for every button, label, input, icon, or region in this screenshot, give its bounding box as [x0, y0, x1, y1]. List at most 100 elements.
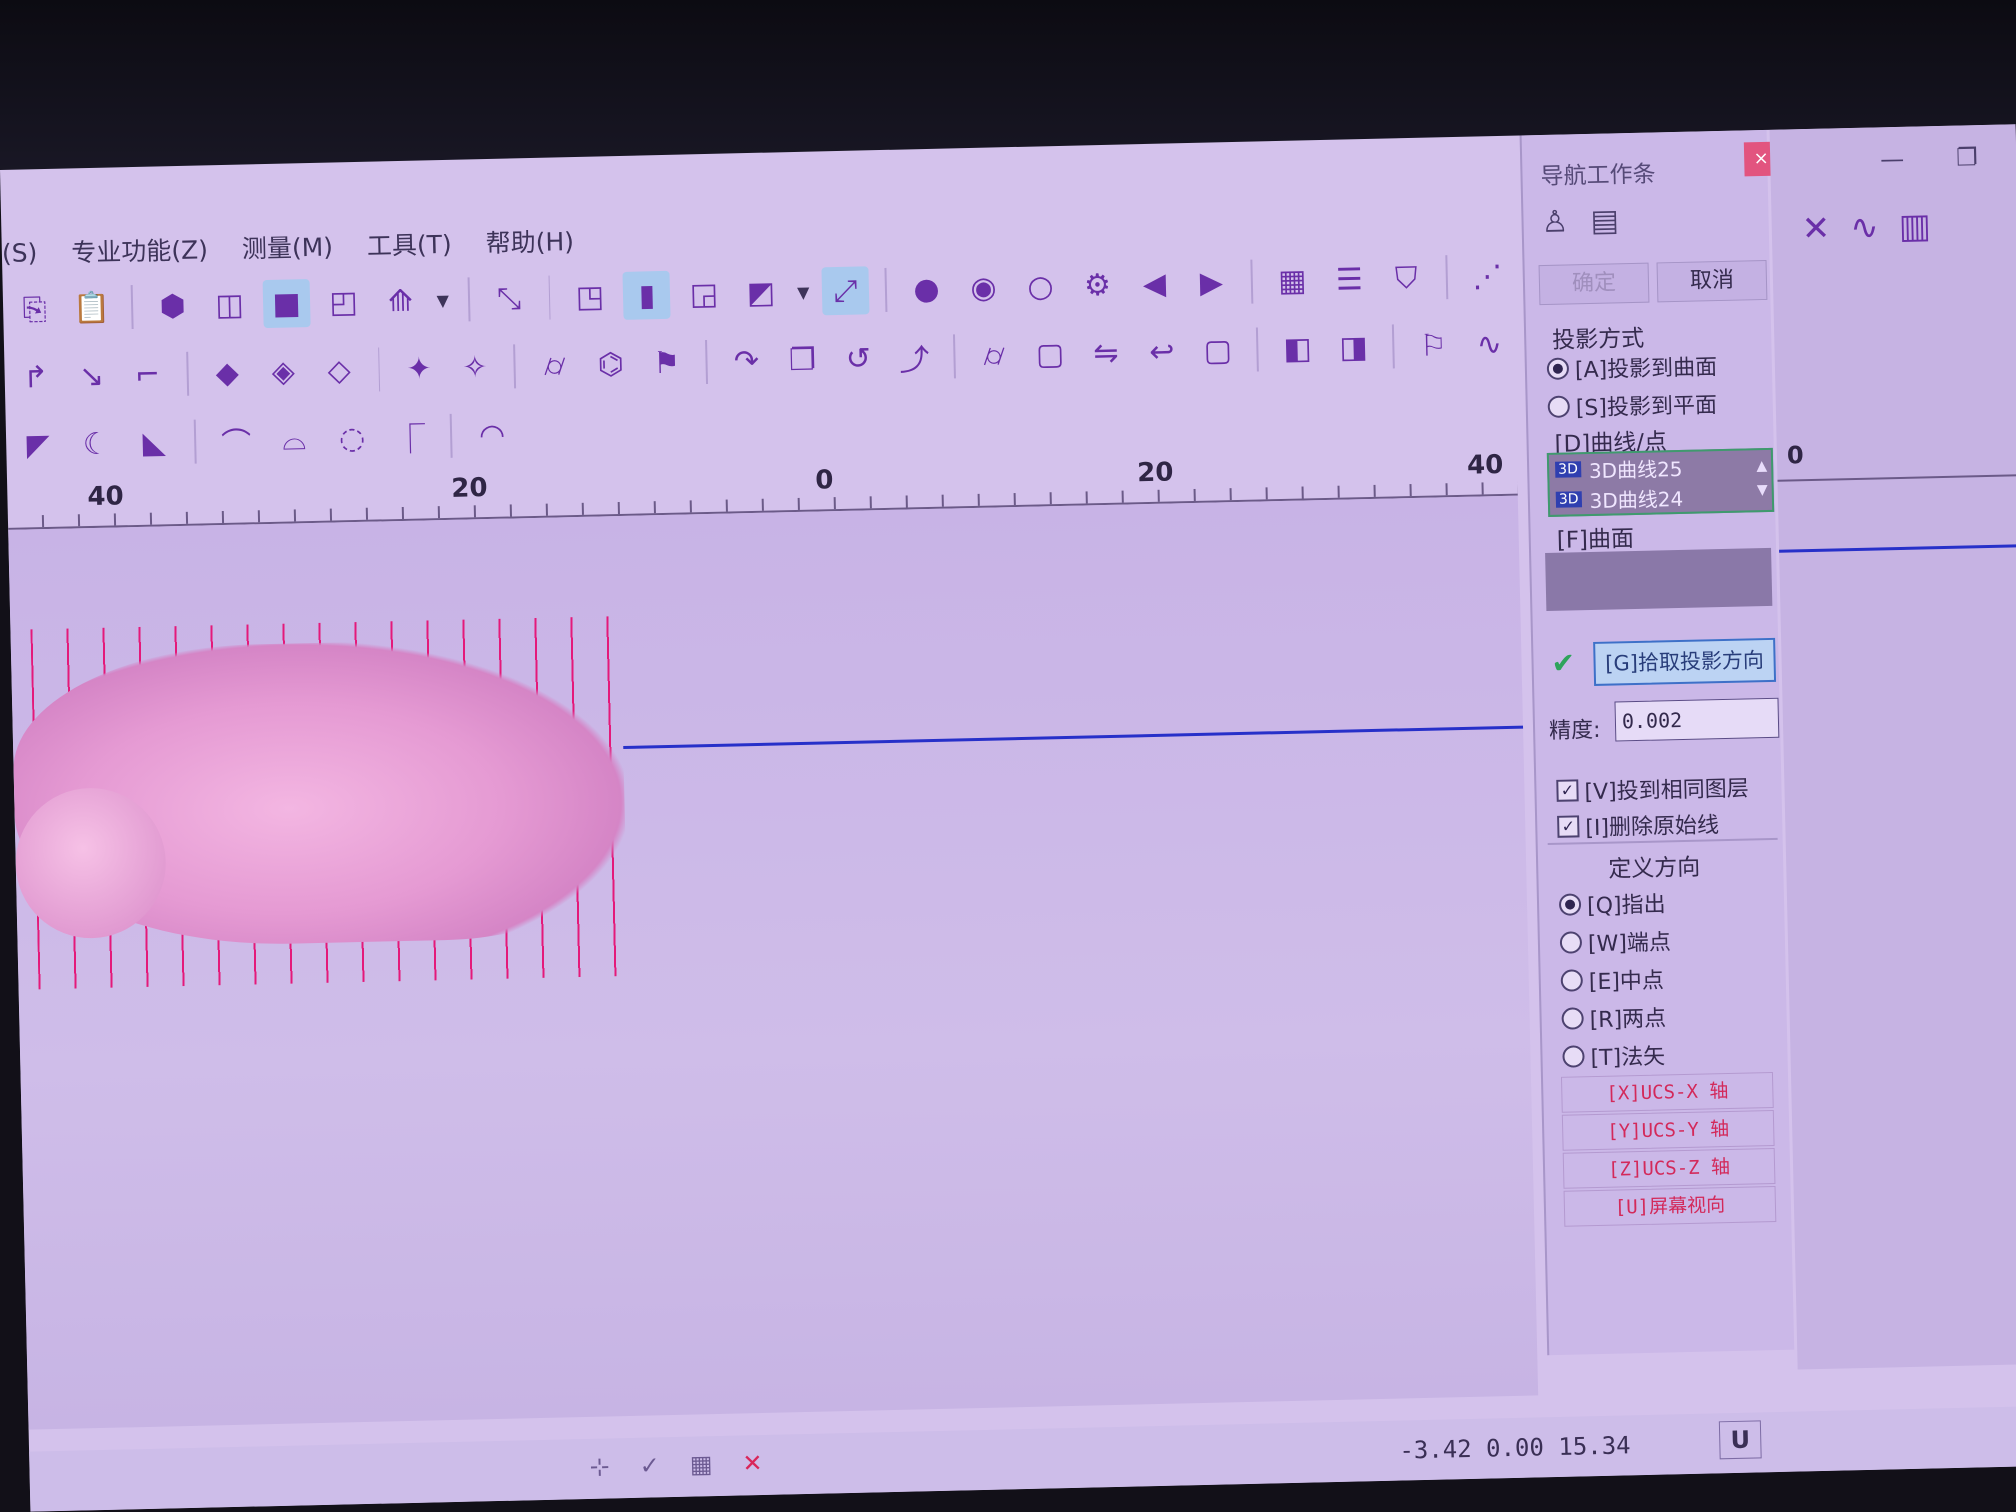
plane-axis-icon[interactable]: ⟰ [376, 276, 424, 325]
menu-pro-functions[interactable]: 专业功能(Z) [71, 230, 208, 269]
checkbox-checked-icon[interactable]: ✓ [1556, 779, 1579, 802]
ucs-y-axis-button[interactable]: [Y]UCS-Y 轴 [1561, 1109, 1775, 1151]
lines-icon[interactable]: ☰ [1325, 255, 1373, 304]
3d-viewport[interactable] [8, 495, 1539, 1430]
ucs-axis-icon[interactable]: ⤡ [485, 274, 533, 323]
blank-tool-icon[interactable]: ▢ [1194, 326, 1241, 375]
undo-arrow-icon[interactable]: ◀ [1130, 259, 1178, 308]
sheet-icon[interactable]: ◧ [1274, 324, 1321, 373]
check-toggle-icon[interactable]: ✓ [639, 1451, 660, 1479]
arc-blend-icon[interactable]: ⌒ [212, 416, 261, 465]
view-front-icon[interactable]: ◲ [680, 270, 728, 319]
user-tab-icon[interactable]: ♙ [1541, 204, 1569, 240]
copy-icon[interactable]: ⎘ [11, 285, 59, 334]
cylinder-icon[interactable]: ⌭ [531, 341, 578, 390]
view-box-icon[interactable]: ◳ [566, 272, 614, 321]
menu-tools[interactable]: 工具(T) [366, 225, 452, 263]
checkbox-checked-icon[interactable]: ✓ [1557, 815, 1580, 838]
screen-view-direction-button[interactable]: [U]屏幕视向 [1563, 1185, 1777, 1227]
surface-select-box[interactable] [1545, 547, 1773, 612]
radio-unchecked-icon[interactable] [1560, 969, 1584, 992]
radio-checked-icon[interactable] [1558, 893, 1582, 916]
direction-option-point[interactable]: [Q]指出 [1558, 886, 1666, 920]
layers-icon[interactable]: ▦ [1268, 256, 1316, 305]
paste-icon[interactable]: 📋 [68, 283, 116, 332]
direction-option-midpoint[interactable]: [E]中点 [1560, 962, 1664, 996]
minimize-icon[interactable]: — [1880, 145, 1905, 174]
curve-arrow-icon[interactable]: ↱ [12, 353, 59, 402]
light-yellow-icon[interactable]: ◉ [959, 263, 1007, 312]
list-scroll-icon[interactable]: ▲ ▼ [1756, 454, 1768, 502]
menu-help[interactable]: 帮助(H) [485, 222, 574, 260]
cancel-button[interactable]: 取消 [1656, 259, 1768, 303]
surface-mesh-icon[interactable]: ◈ [260, 347, 307, 396]
surface-extend-icon[interactable]: ✦ [396, 344, 443, 393]
cylinder-cut-icon[interactable]: ⌬ [587, 340, 634, 389]
blank-tool-icon[interactable]: ▢ [1027, 330, 1074, 379]
radio-unchecked-icon[interactable] [1562, 1045, 1585, 1068]
dropdown-arrow-icon[interactable]: ▼ [434, 290, 452, 309]
snap-icon[interactable]: ⋰ [1463, 252, 1511, 301]
sweep-bend-icon[interactable]: ↺ [835, 334, 882, 383]
edge-select-icon[interactable]: ◤ [14, 421, 63, 470]
solid-cube-icon[interactable]: ⬢ [149, 282, 197, 331]
precision-input[interactable]: 0.002 [1614, 697, 1780, 742]
pipe-bend-icon[interactable]: ⎾ [386, 412, 435, 461]
lamp-icon[interactable]: ⛉ [1382, 254, 1430, 303]
hidden-line-cube-icon[interactable]: ◰ [320, 278, 368, 327]
light-green-icon[interactable]: ● [902, 264, 950, 313]
confirm-button[interactable]: 确定 [1538, 262, 1650, 306]
u-button[interactable]: U [1718, 1420, 1762, 1460]
same-layer-option[interactable]: ✓ [V]投到相同图层 [1556, 770, 1749, 806]
restore-icon[interactable]: ❐ [1956, 143, 1978, 171]
light-settings-icon[interactable]: ⚙ [1073, 261, 1121, 310]
flag-surface-icon[interactable]: ⚑ [643, 338, 690, 387]
revolve-icon[interactable]: ⤴ [891, 333, 938, 382]
drum-icon[interactable]: ⌭ [971, 331, 1018, 380]
surface-ruled-icon[interactable]: ◇ [316, 346, 363, 395]
menu-measure[interactable]: 测量(M) [241, 227, 334, 265]
ucs-x-axis-button[interactable]: [X]UCS-X 轴 [1560, 1072, 1774, 1113]
pick-direction-button[interactable]: [G]拾取投影方向 [1593, 637, 1777, 686]
fold-corner-icon[interactable]: ◣ [130, 418, 179, 467]
document-tab-icon[interactable]: ▤ [1590, 203, 1619, 239]
snap-toggle-icon[interactable]: ⊹ [589, 1453, 610, 1481]
circle-cut-icon[interactable]: ◌ [328, 414, 377, 463]
spiral-icon[interactable]: ◠ [468, 410, 517, 459]
extrude-box-icon[interactable]: ❐ [779, 335, 826, 384]
sheet-fold-icon[interactable]: ◨ [1330, 323, 1377, 372]
ucs-z-axis-button[interactable]: [Z]UCS-Z 轴 [1562, 1147, 1776, 1189]
cancel-x-icon[interactable]: ✕ [742, 1449, 763, 1477]
sweep-icon[interactable]: ↷ [723, 337, 770, 386]
light-off-icon[interactable]: ○ [1016, 262, 1064, 311]
radio-unchecked-icon[interactable] [1559, 931, 1583, 954]
arc-offset-icon[interactable]: ⌓ [270, 415, 319, 464]
grid-toggle-icon[interactable]: ▦ [689, 1450, 712, 1479]
dropdown-arrow-icon[interactable]: ▼ [794, 282, 812, 301]
redo-arrow-icon[interactable]: ▶ [1187, 258, 1235, 307]
list-item[interactable]: 3D 3D曲线24 [1550, 480, 1773, 515]
radio-unchecked-icon[interactable] [1561, 1007, 1584, 1030]
world-axis-icon[interactable]: ⤢ [821, 266, 870, 316]
radio-checked-icon[interactable] [1546, 357, 1570, 380]
sheet-flag-icon[interactable]: ⚐ [1410, 321, 1457, 370]
projection-surface-option[interactable]: [A]投影到曲面 [1546, 349, 1718, 385]
page-curve-icon[interactable]: ▥ [1898, 206, 1931, 247]
mirror-surface-icon[interactable]: ⇋ [1082, 328, 1129, 377]
menu-s[interactable]: (S) [2, 238, 38, 268]
view-iso-icon[interactable]: ◩ [737, 268, 785, 317]
delete-original-option[interactable]: ✓ [I]删除原始线 [1557, 807, 1719, 843]
wire-cube-icon[interactable]: ◫ [206, 280, 254, 329]
direction-option-two-points[interactable]: [R]两点 [1561, 1000, 1666, 1034]
flip-curve-icon[interactable]: ↩ [1138, 327, 1185, 376]
wave-curve-icon[interactable]: ∿ [1850, 207, 1879, 248]
direction-option-endpoint[interactable]: [W]端点 [1559, 924, 1672, 959]
surface-patch-icon[interactable]: ◆ [204, 348, 251, 397]
cross-curve-icon[interactable]: ✕ [1801, 208, 1830, 249]
shaded-cube-icon[interactable]: ■ [262, 279, 311, 329]
curve-list[interactable]: 3D 3D曲线25 3D 3D曲线24 ▲ ▼ [1546, 447, 1775, 517]
curve-fillet-icon[interactable]: ⌐ [124, 350, 171, 399]
wave-surface-icon[interactable]: ∿ [1466, 320, 1513, 369]
blue-face-view-icon[interactable]: ▮ [622, 270, 672, 320]
radio-unchecked-icon[interactable] [1547, 395, 1571, 418]
